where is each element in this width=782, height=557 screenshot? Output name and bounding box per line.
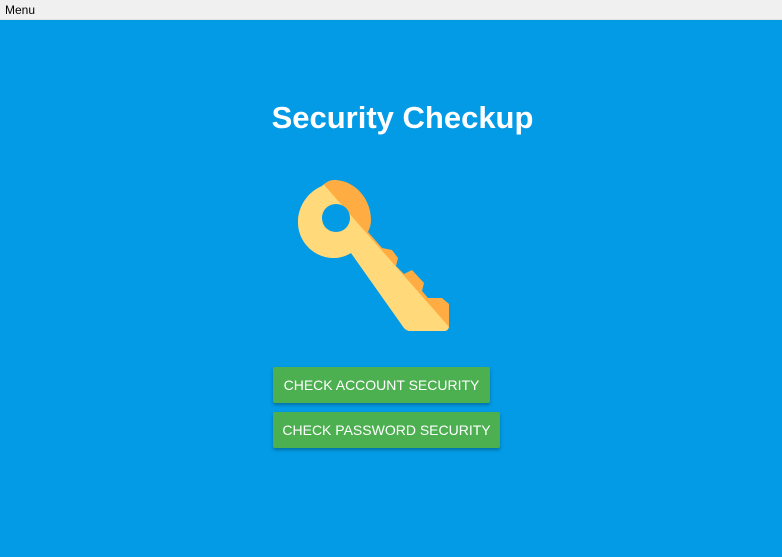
check-account-security-button[interactable]: CHECK ACCOUNT SECURITY — [273, 367, 490, 403]
menu-item-menu[interactable]: Menu — [5, 2, 35, 18]
key-icon — [298, 180, 449, 331]
check-password-security-button[interactable]: CHECK PASSWORD SECURITY — [273, 412, 500, 448]
main-panel: Security Checkup CHECK ACCOUNT SECURITY … — [0, 20, 782, 557]
page-title: Security Checkup — [271, 100, 534, 135]
key-light-half — [298, 180, 449, 331]
menu-bar: Menu — [0, 0, 782, 20]
